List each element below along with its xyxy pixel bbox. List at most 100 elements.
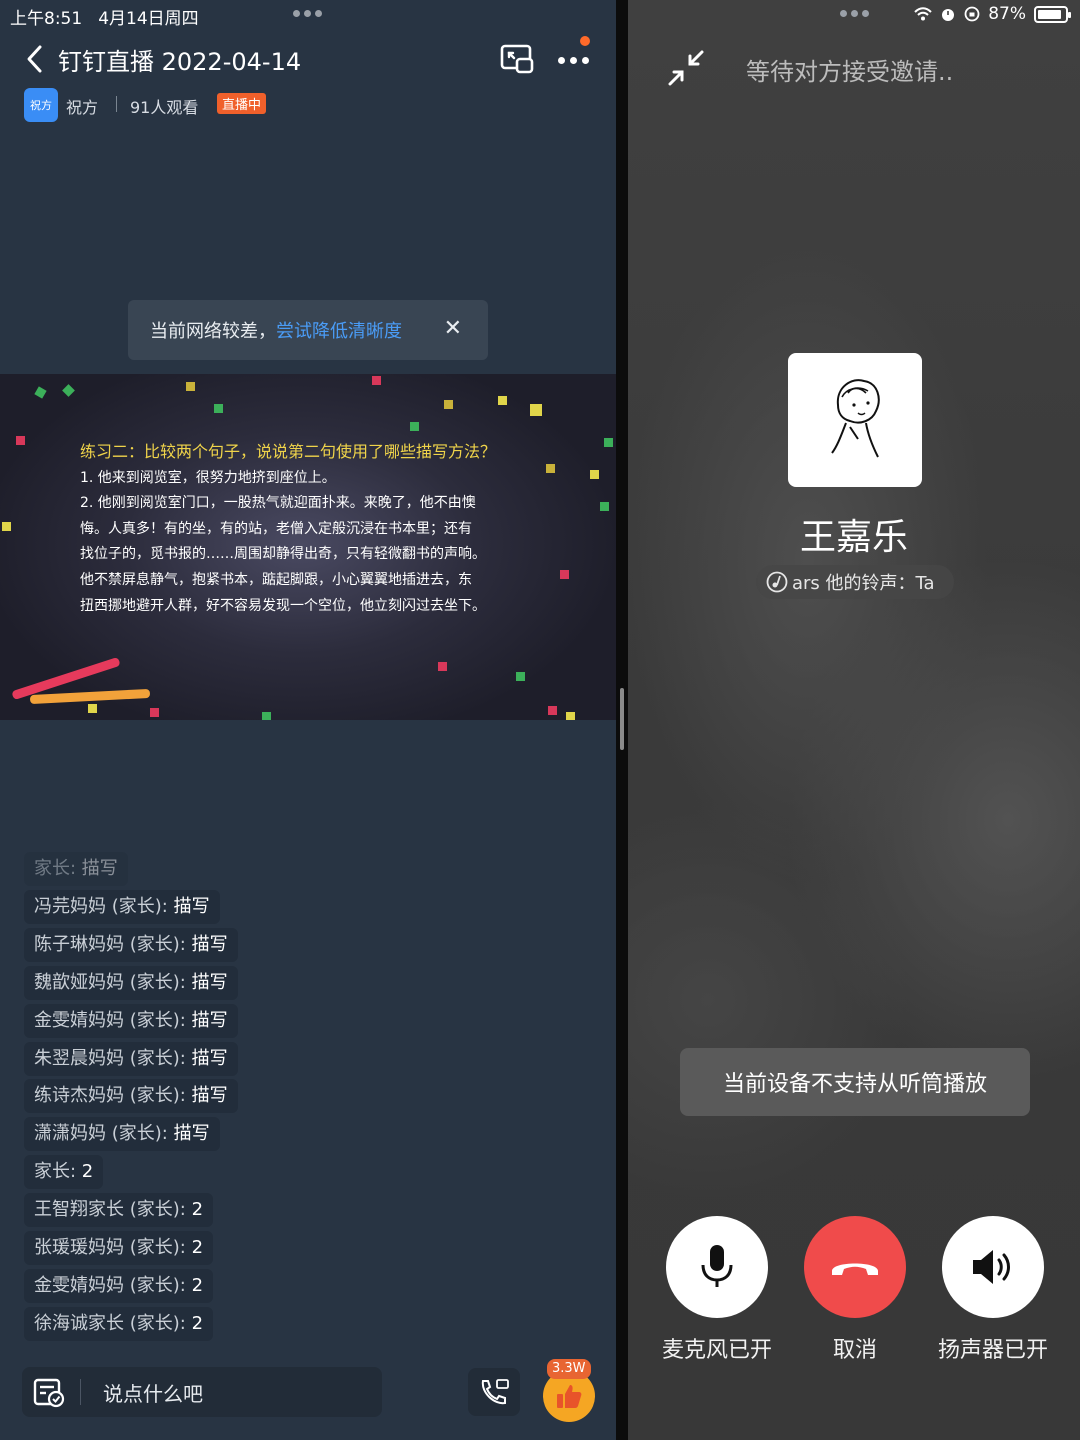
chat-message: 张瑗瑗妈妈 (家长): 2 <box>24 1231 214 1265</box>
minimize-icon[interactable] <box>668 50 704 86</box>
chat-text: 描写 <box>173 895 210 917</box>
chat-message: 魏歆娅妈妈 (家长): 描写 <box>24 965 238 1000</box>
slide-question: 练习二：比较两个句子，说说第二句使用了哪些描写方法？ <box>80 442 497 461</box>
status-date: 4月14日周四 <box>98 9 199 29</box>
callee-name: 王嘉乐 <box>799 517 908 558</box>
split-view-divider[interactable] <box>616 0 628 1440</box>
alarm-icon <box>942 9 955 21</box>
ringtone-info: ars 他的铃声：Ta <box>756 565 954 599</box>
host-name: 祝方 <box>66 98 99 117</box>
microphone-button[interactable] <box>666 1216 768 1318</box>
phone-icon <box>481 1379 509 1405</box>
chat-text: 描写 <box>191 971 228 993</box>
wifi-icon <box>914 7 932 21</box>
viewer-count: 91人观看 <box>130 98 199 117</box>
comment-placeholder: 说点什么吧 <box>103 1381 203 1406</box>
chat-user: 潇潇妈妈 (家长) <box>34 1123 162 1145</box>
chat-user: 家长 <box>34 1161 70 1183</box>
notification-dot <box>580 36 590 46</box>
chat-user: 冯芫妈妈 (家长) <box>34 895 162 917</box>
slide-line: 扭西挪地避开人群，好不容易发现一个空位，他立刻闪过去坐下。 <box>80 598 486 614</box>
chat-text: 2 <box>191 1274 204 1296</box>
like-count-badge: 3.3W <box>547 1359 591 1379</box>
back-icon[interactable] <box>24 44 46 74</box>
host-avatar[interactable]: 祝方 <box>24 88 58 122</box>
live-status-badge: 直播中 <box>217 93 267 114</box>
status-bar-right: 87% <box>914 4 1071 24</box>
split-view-handle[interactable] <box>620 688 624 750</box>
presentation-slide: 练习二：比较两个句子，说说第二句使用了哪些描写方法？ 1. 他来到阅览室，很努力… <box>0 374 616 720</box>
speaker-button[interactable] <box>942 1216 1044 1318</box>
chat-user: 金雯婧妈妈 (家长) <box>34 1009 180 1031</box>
status-time: 上午8:51 <box>10 9 83 29</box>
thumbs-up-icon <box>557 1385 582 1408</box>
chat-text: 描写 <box>191 1009 228 1031</box>
chat-message: 金雯婧妈妈 (家长): 描写 <box>24 1003 238 1038</box>
live-stream-pane: 上午8:51 4月14日周四 钉钉直播 2022-04-14 祝方 祝方 91人… <box>0 0 616 1440</box>
chat-user: 朱翌晨妈妈 (家长) <box>34 1047 180 1069</box>
cancel-label: 取消 <box>832 1338 877 1363</box>
chat-text: 描写 <box>191 1047 228 1069</box>
cancel-call-button[interactable] <box>804 1216 906 1318</box>
device-not-supported-toast: 当前设备不支持从听筒播放 <box>680 1048 1030 1116</box>
speaker-icon <box>973 1250 1010 1284</box>
chat-user: 练诗杰妈妈 (家长) <box>34 1085 180 1107</box>
chat-message: 家长: 描写 <box>24 852 128 886</box>
slide-line: 他不禁屏息静气，抱紧书本，踮起脚跟，小心翼翼地插进去，东 <box>80 572 472 588</box>
live-title: 钉钉直播 2022-04-14 <box>58 48 302 76</box>
call-pane: 87% 等待对方接受邀请.. 王嘉乐 ars 他的铃声：Ta 当前设备不支持从听… <box>628 0 1080 1440</box>
chat-user: 徐海诚家长 (家长) <box>34 1312 180 1334</box>
call-waiting-text: 等待对方接受邀请.. <box>746 58 954 86</box>
slide-line: 悔。人真多！有的坐，有的站，老僧入定般沉浸在书本里；还有 <box>80 521 472 537</box>
more-options-icon[interactable] <box>556 36 592 74</box>
pencil-decoration <box>29 688 151 705</box>
divider <box>116 96 117 112</box>
network-warning-text: 当前网络较差， <box>150 321 276 342</box>
chat-user: 张瑗瑗妈妈 (家长) <box>34 1237 180 1258</box>
slide-line: 2. 他刚到阅览室门口，一股热气就迎面扑来。来晚了，他不由懊 <box>80 495 476 511</box>
speaker-label: 扬声器已开 <box>937 1338 1048 1363</box>
picture-in-picture-icon[interactable] <box>500 44 534 76</box>
chat-user: 魏歆娅妈妈 (家长) <box>34 971 180 993</box>
chat-message: 陈子琳妈妈 (家长): 描写 <box>24 927 238 962</box>
close-icon[interactable]: ✕ <box>444 316 462 341</box>
chat-message: 潇潇妈妈 (家长): 描写 <box>24 1117 220 1152</box>
slide-line: 1. 他来到阅览室，很努力地挤到座位上。 <box>80 470 336 486</box>
battery-icon <box>1034 5 1071 23</box>
chat-message: 家长: 2 <box>24 1155 104 1190</box>
quiz-icon[interactable] <box>32 1375 66 1409</box>
chat-text: 描写 <box>173 1123 210 1145</box>
microphone-icon <box>701 1245 733 1287</box>
battery-percent: 87% <box>988 4 1026 24</box>
multitask-handle[interactable] <box>840 10 869 17</box>
chat-text: 2 <box>191 1199 204 1221</box>
slide-line: 找位子的，觅书报的……周围却静得出奇，只有轻微翻书的声响。 <box>80 546 486 562</box>
chat-message: 练诗杰妈妈 (家长): 描写 <box>24 1079 238 1114</box>
chat-message: 徐海诚家长 (家长): 2 <box>24 1306 214 1341</box>
chat-text: 描写 <box>191 1085 228 1107</box>
callee-avatar <box>788 353 922 487</box>
multitask-handle[interactable] <box>293 10 322 17</box>
network-warning-toast: 当前网络较差， 尝试降低清晰度 ✕ <box>128 300 488 360</box>
chat-user: 陈子琳妈妈 (家长) <box>34 933 180 955</box>
status-bar-left: 上午8:51 4月14日周四 <box>10 4 199 29</box>
hang-up-icon <box>832 1263 878 1275</box>
chat-text: 2 <box>81 1161 94 1183</box>
chat-message: 朱翌晨妈妈 (家长): 描写 <box>24 1041 238 1076</box>
music-note-icon <box>766 571 788 593</box>
chat-text: 2 <box>191 1237 204 1258</box>
chat-user: 金雯婧妈妈 (家长) <box>34 1274 180 1296</box>
chat-text: 描写 <box>81 858 118 879</box>
comment-input-bar[interactable]: 说点什么吧 <box>22 1367 382 1417</box>
chat-message: 王智翔家长 (家长): 2 <box>24 1193 214 1228</box>
rotation-lock-icon <box>964 6 980 22</box>
lower-quality-link[interactable]: 尝试降低清晰度 <box>276 317 402 343</box>
microphone-label: 麦克风已开 <box>661 1338 772 1363</box>
chat-text: 2 <box>191 1312 204 1334</box>
chat-user: 家长 <box>34 858 70 879</box>
chat-message: 金雯婧妈妈 (家长): 2 <box>24 1268 214 1303</box>
chat-message: 冯芫妈妈 (家长): 描写 <box>24 889 220 924</box>
call-button[interactable] <box>468 1368 520 1416</box>
chat-user: 王智翔家长 (家长) <box>34 1199 180 1221</box>
ringtone-text: ars 他的铃声：Ta <box>792 573 935 594</box>
